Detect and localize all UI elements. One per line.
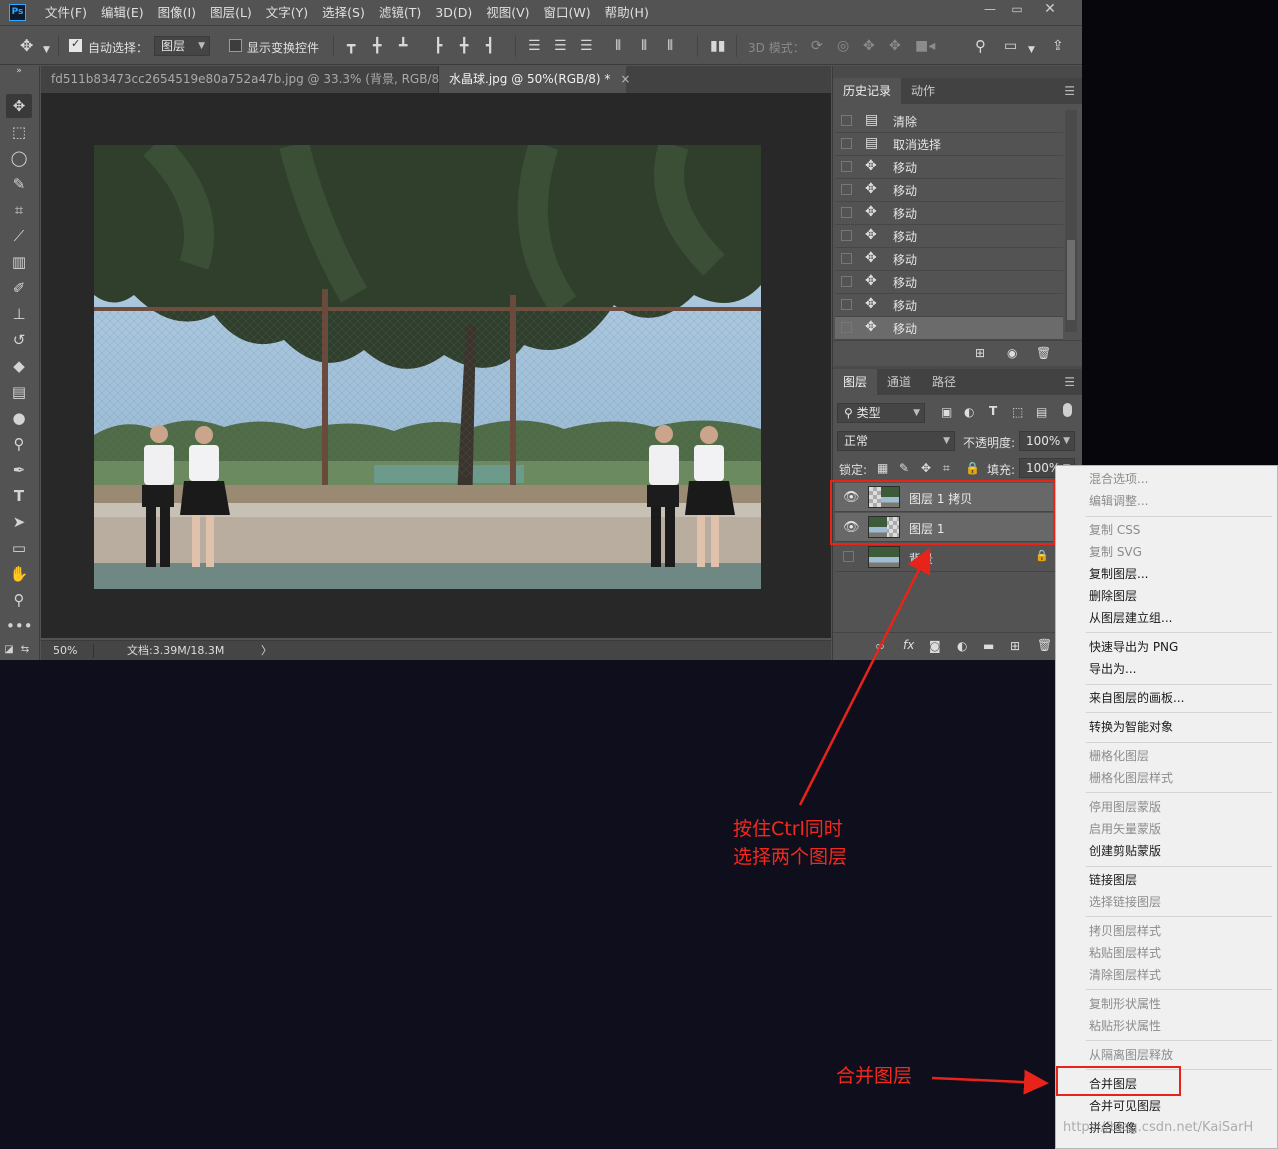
annotation-merge-note: 合并图层 (836, 1065, 913, 1087)
annotation-arrows (798, 547, 1049, 1095)
arrow-to-merge (931, 1069, 1049, 1095)
annotation-select-line1: 按住Ctrl同时 (733, 818, 843, 840)
annotation-select-line2: 选择两个图层 (733, 846, 848, 868)
arrow-to-layers (798, 547, 931, 806)
watermark: https://blog.csdn.net/KaiSarH (1063, 1120, 1254, 1135)
